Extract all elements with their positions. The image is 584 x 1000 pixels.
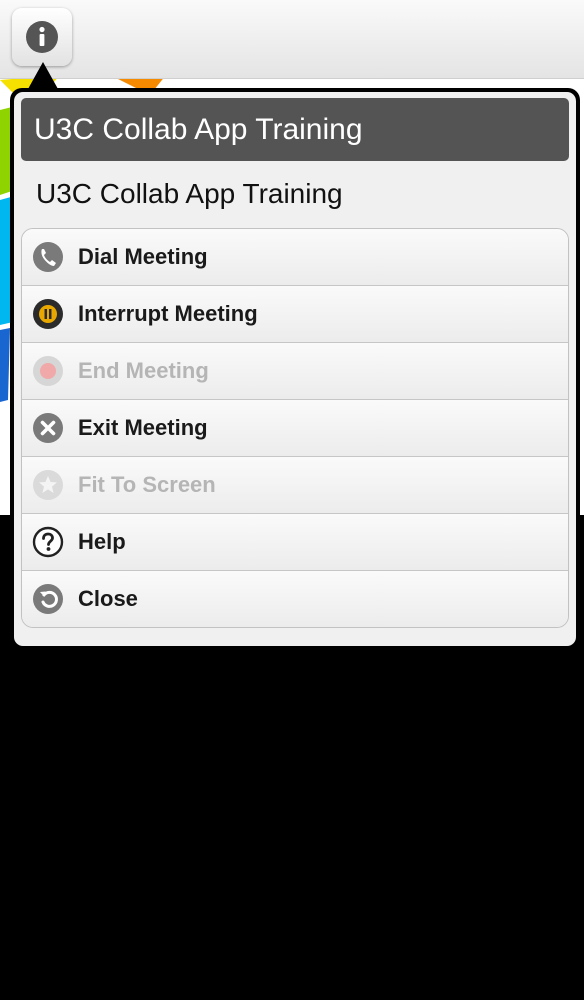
info-icon <box>26 21 58 53</box>
meeting-actions-list: Dial Meeting Interrupt Meeting End Meeti… <box>21 228 569 628</box>
stop-icon <box>33 356 63 386</box>
exit-meeting-button[interactable]: Exit Meeting <box>22 400 568 457</box>
menu-item-label: Interrupt Meeting <box>78 301 258 326</box>
fit-to-screen-button[interactable]: Fit To Screen <box>22 457 568 514</box>
meeting-name: U3C Collab App Training <box>36 178 343 209</box>
menu-item-label: Exit Meeting <box>78 415 208 440</box>
interrupt-meeting-button[interactable]: Interrupt Meeting <box>22 286 568 343</box>
popover-title: U3C Collab App Training <box>21 98 569 161</box>
menu-item-label: Help <box>78 529 126 554</box>
menu-item-label: Close <box>78 586 138 611</box>
top-toolbar <box>0 0 584 79</box>
star-icon <box>33 470 63 500</box>
end-meeting-button[interactable]: End Meeting <box>22 343 568 400</box>
phone-icon <box>33 242 63 272</box>
info-button[interactable] <box>12 8 72 66</box>
help-icon <box>32 526 64 558</box>
close-icon <box>33 413 63 443</box>
pause-icon <box>33 299 63 329</box>
popover-content: U3C Collab App Training U3C Collab App T… <box>14 92 576 646</box>
close-button[interactable]: Close <box>22 571 568 627</box>
back-arrow-icon <box>33 584 63 614</box>
dial-meeting-button[interactable]: Dial Meeting <box>22 229 568 286</box>
menu-item-label: Fit To Screen <box>78 472 216 497</box>
menu-item-label: Dial Meeting <box>78 244 208 269</box>
meeting-options-popover: U3C Collab App Training U3C Collab App T… <box>10 88 580 650</box>
help-button[interactable]: Help <box>22 514 568 571</box>
popover-arrow <box>28 62 58 89</box>
menu-item-label: End Meeting <box>78 358 209 383</box>
